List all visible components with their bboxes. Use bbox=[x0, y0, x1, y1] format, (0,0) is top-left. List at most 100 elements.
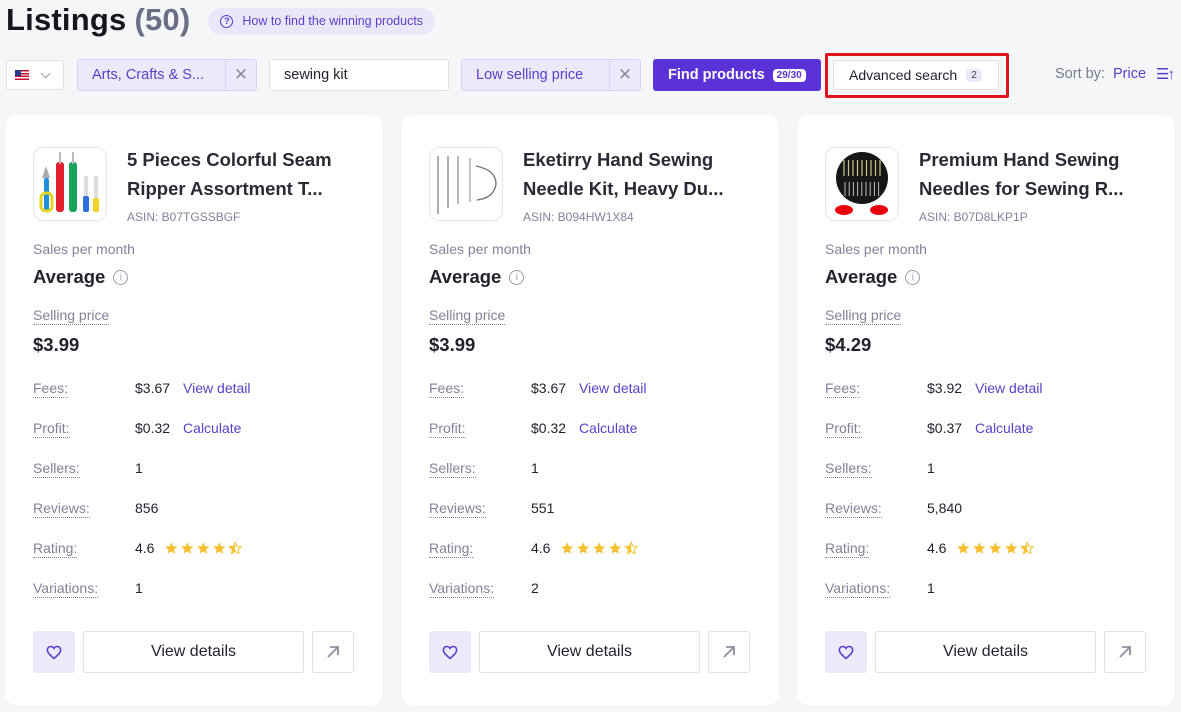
product-name[interactable]: 5 Pieces Colorful Seam Ripper Assortment… bbox=[127, 146, 357, 203]
fees-row: Fees: $3.67 View detail bbox=[429, 380, 759, 400]
sellers-value: 1 bbox=[927, 460, 935, 476]
price-filter-label: Low selling price bbox=[476, 67, 584, 83]
advanced-search-count-badge: 2 bbox=[966, 68, 982, 82]
star-full-icon bbox=[181, 542, 194, 554]
variations-row: Variations: 2 bbox=[429, 580, 759, 600]
product-thumbnail[interactable] bbox=[429, 147, 503, 221]
star-full-icon bbox=[197, 542, 210, 554]
variations-value: 1 bbox=[135, 580, 143, 596]
open-external-button[interactable] bbox=[312, 631, 354, 673]
fees-row: Fees: $3.67 View detail bbox=[33, 380, 363, 400]
fees-row: Fees: $3.92 View detail bbox=[825, 380, 1155, 400]
reviews-row: Reviews: 551 bbox=[429, 500, 759, 520]
star-full-icon bbox=[577, 542, 590, 554]
product-card: 5 Pieces Colorful Seam Ripper Assortment… bbox=[6, 115, 382, 705]
advanced-search-button[interactable]: Advanced search 2 bbox=[833, 60, 999, 90]
star-half-icon bbox=[1019, 541, 1035, 555]
profit-label: Profit: bbox=[429, 420, 466, 438]
find-products-button[interactable]: Find products 29/30 bbox=[653, 59, 821, 91]
page-title: Listings (50) bbox=[6, 2, 190, 38]
star-half-icon bbox=[227, 541, 243, 555]
reviews-value: 5,840 bbox=[927, 500, 963, 516]
sort-ascending-icon[interactable]: ☰↑ bbox=[1156, 65, 1175, 83]
product-name-line1: Eketirry Hand Sewing bbox=[523, 149, 714, 170]
view-details-label: View details bbox=[546, 643, 633, 660]
category-filter-chip[interactable]: Arts, Crafts & S... ✕ bbox=[77, 59, 257, 91]
chevron-down-icon bbox=[40, 68, 51, 78]
sales-per-month-label: Sales per month bbox=[429, 241, 531, 257]
view-details-button[interactable]: View details bbox=[479, 631, 700, 673]
variations-value: 2 bbox=[531, 580, 539, 596]
fees-label: Fees: bbox=[825, 380, 861, 398]
question-icon: ? bbox=[220, 14, 234, 28]
fees-label: Fees: bbox=[429, 380, 465, 398]
product-asin: ASIN: B07D8LKP1P bbox=[919, 210, 1028, 224]
calculate-profit-link[interactable]: Calculate bbox=[579, 420, 637, 437]
profit-value: $0.32 bbox=[531, 420, 567, 436]
product-name-line2: Ripper Assortment T... bbox=[127, 177, 323, 199]
sales-per-month-value: Average i bbox=[825, 266, 921, 288]
info-icon[interactable]: i bbox=[905, 269, 921, 285]
sales-per-month-value: Average i bbox=[429, 266, 525, 288]
view-details-button[interactable]: View details bbox=[83, 631, 304, 673]
help-link[interactable]: ? How to find the winning products bbox=[208, 7, 436, 35]
advanced-search-label: Advanced search bbox=[849, 67, 958, 83]
search-input[interactable] bbox=[269, 59, 449, 91]
calculate-profit-link[interactable]: Calculate bbox=[975, 420, 1033, 437]
calculate-profit-link[interactable]: Calculate bbox=[183, 420, 241, 437]
info-icon[interactable]: i bbox=[113, 269, 129, 285]
product-card: Eketirry Hand Sewing Needle Kit, Heavy D… bbox=[402, 115, 778, 705]
product-thumbnail[interactable] bbox=[33, 147, 107, 221]
open-external-button[interactable] bbox=[708, 631, 750, 673]
price-filter-chip[interactable]: Low selling price ✕ bbox=[461, 59, 641, 91]
needle-kit-image bbox=[437, 156, 497, 214]
sort-control[interactable]: Sort by: Price ☰↑ bbox=[1055, 65, 1175, 83]
favorite-button[interactable] bbox=[825, 631, 867, 673]
country-select[interactable] bbox=[6, 60, 64, 90]
favorite-button[interactable] bbox=[33, 631, 75, 673]
rating-stars bbox=[560, 541, 639, 556]
info-icon[interactable]: i bbox=[509, 269, 525, 285]
sort-value[interactable]: Price bbox=[1113, 66, 1146, 82]
profit-label: Profit: bbox=[33, 420, 70, 438]
view-fee-detail-link[interactable]: View detail bbox=[975, 380, 1042, 397]
profit-label: Profit: bbox=[825, 420, 862, 438]
profit-value: $0.32 bbox=[135, 420, 171, 436]
product-name-line2: Needle Kit, Heavy Du... bbox=[523, 177, 724, 199]
heart-icon bbox=[838, 645, 854, 659]
star-full-icon bbox=[165, 542, 178, 554]
remove-category-filter-button[interactable]: ✕ bbox=[225, 60, 256, 90]
star-full-icon bbox=[561, 542, 574, 554]
find-products-quota-badge: 29/30 bbox=[772, 68, 806, 82]
page-header: Listings (50) ? How to find the winning p… bbox=[6, 2, 436, 38]
product-name-line1: 5 Pieces Colorful Seam bbox=[127, 149, 332, 170]
star-full-icon bbox=[973, 542, 986, 554]
product-asin: ASIN: B07TGSSBGF bbox=[127, 210, 241, 224]
selling-price-label: Selling price bbox=[825, 307, 902, 325]
rating-label: Rating: bbox=[825, 540, 870, 558]
product-name[interactable]: Premium Hand Sewing Needles for Sewing R… bbox=[919, 146, 1149, 203]
product-name-line2: Needles for Sewing R... bbox=[919, 177, 1124, 199]
view-fee-detail-link[interactable]: View detail bbox=[183, 380, 250, 397]
sellers-label: Sellers: bbox=[33, 460, 80, 478]
reviews-label: Reviews: bbox=[825, 500, 882, 518]
star-full-icon bbox=[989, 542, 1002, 554]
sales-per-month-text: Average bbox=[825, 266, 898, 287]
product-name[interactable]: Eketirry Hand Sewing Needle Kit, Heavy D… bbox=[523, 146, 753, 203]
favorite-button[interactable] bbox=[429, 631, 471, 673]
arrow-up-right-icon bbox=[327, 646, 339, 658]
view-details-label: View details bbox=[942, 643, 1029, 660]
remove-price-filter-button[interactable]: ✕ bbox=[609, 60, 640, 90]
rating-label: Rating: bbox=[33, 540, 78, 558]
open-external-button[interactable] bbox=[1104, 631, 1146, 673]
view-fee-detail-link[interactable]: View detail bbox=[579, 380, 646, 397]
product-thumbnail[interactable] bbox=[825, 147, 899, 221]
needle-case-image bbox=[835, 152, 888, 215]
rating-value: 4.6 bbox=[135, 540, 155, 556]
variations-label: Variations: bbox=[33, 580, 99, 598]
rating-value: 4.6 bbox=[927, 540, 947, 556]
listing-count: (50) bbox=[134, 2, 191, 37]
view-details-button[interactable]: View details bbox=[875, 631, 1096, 673]
arrow-up-right-icon bbox=[723, 646, 735, 658]
heart-icon bbox=[442, 645, 458, 659]
